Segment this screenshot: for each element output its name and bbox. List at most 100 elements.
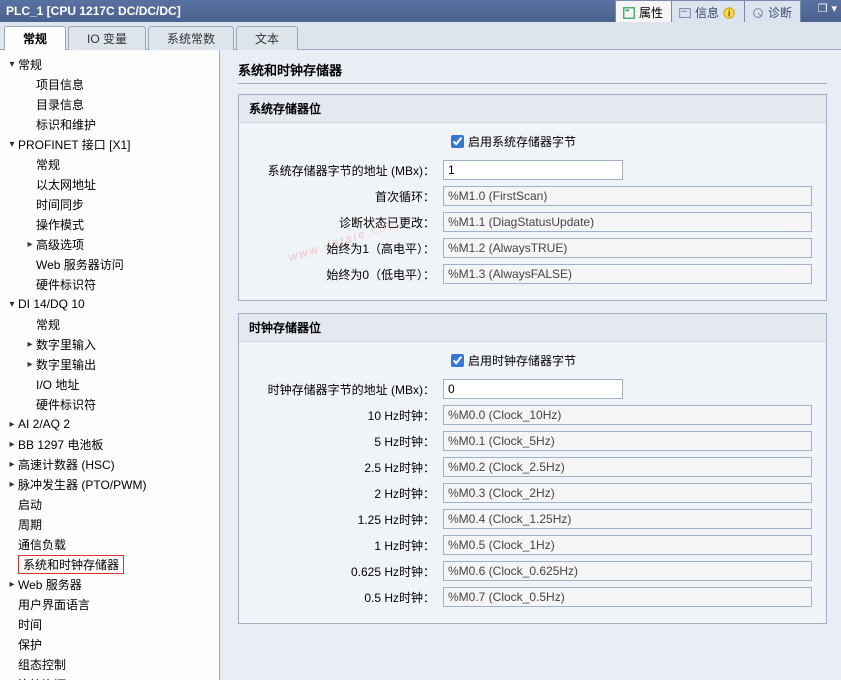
tree-item[interactable]: ▾常规: [0, 54, 219, 74]
tree-expander-icon[interactable]: ▸: [24, 359, 36, 370]
value-display: [443, 535, 812, 555]
tab-diagnostics[interactable]: 诊断: [744, 0, 801, 22]
tree-item[interactable]: ▸数字里输出: [0, 354, 219, 374]
tree-item[interactable]: 保护: [0, 634, 219, 654]
field-label: 时钟存储器字节的地址 (MBx)：: [243, 381, 443, 398]
tree-item-label: 高速计数器 (HSC): [18, 456, 115, 473]
tree-item[interactable]: 项目信息: [0, 74, 219, 94]
tab-general[interactable]: 常规: [4, 26, 66, 50]
tree-item-label: 数字里输出: [36, 356, 96, 373]
tree-expander-icon[interactable]: ▸: [6, 579, 18, 590]
nav-tree[interactable]: ▾常规项目信息目录信息标识和维护▾PROFINET 接口 [X1]常规以太网地址…: [0, 50, 220, 680]
tree-item[interactable]: ▸脉冲发生器 (PTO/PWM): [0, 474, 219, 494]
tree-item[interactable]: ▸数字里输入: [0, 334, 219, 354]
group-system-memory: 系统存储器位 启用系统存储器字节系统存储器字节的地址 (MBx)：首次循环：诊断…: [238, 94, 827, 301]
address-input[interactable]: [443, 160, 623, 180]
tree-item-label: 硬件标识符: [36, 276, 96, 293]
tree-item[interactable]: ▾DI 14/DQ 10: [0, 294, 219, 314]
tree-item[interactable]: 时间: [0, 614, 219, 634]
tab-info[interactable]: 信息 i: [671, 0, 745, 22]
tree-item[interactable]: 目录信息: [0, 94, 219, 114]
field-label: 10 Hz时钟：: [243, 407, 443, 424]
group-clock-memory: 时钟存储器位 启用时钟存储器字节时钟存储器字节的地址 (MBx)：10 Hz时钟…: [238, 313, 827, 624]
tree-expander-icon[interactable]: ▸: [24, 239, 36, 250]
tab-text[interactable]: 文本: [236, 26, 298, 50]
minimize-icon[interactable]: ▾: [831, 2, 837, 15]
restore-icon[interactable]: ❐: [818, 2, 828, 15]
tree-item-label: 连接资源: [18, 676, 66, 680]
tree-expander-icon[interactable]: ▸: [6, 419, 18, 430]
address-input[interactable]: [443, 379, 623, 399]
value-display: [443, 405, 812, 425]
tab-io-vars[interactable]: IO 变量: [68, 26, 146, 50]
tab-info-label: 信息: [695, 4, 719, 21]
tree-item[interactable]: 操作模式: [0, 214, 219, 234]
tree-item[interactable]: ▸高速计数器 (HSC): [0, 454, 219, 474]
tree-item-label: 硬件标识符: [36, 396, 96, 413]
tree-item-label: 脉冲发生器 (PTO/PWM): [18, 476, 146, 493]
value-display: [443, 587, 812, 607]
value-display: [443, 186, 812, 206]
tree-item-label: 启动: [18, 496, 42, 513]
tree-item[interactable]: 时间同步: [0, 194, 219, 214]
svg-text:i: i: [728, 7, 730, 19]
tree-item[interactable]: ▸AI 2/AQ 2: [0, 414, 219, 434]
field-label: 0.5 Hz时钟：: [243, 589, 443, 606]
tree-item[interactable]: 连接资源: [0, 674, 219, 680]
tree-item-label: 项目信息: [36, 76, 84, 93]
tab-properties-label: 属性: [639, 4, 663, 21]
page-heading: 系统和时钟存储器: [238, 60, 827, 84]
tree-item[interactable]: 通信负载: [0, 534, 219, 554]
tree-expander-icon[interactable]: ▸: [24, 339, 36, 350]
value-display: [443, 264, 812, 284]
tab-properties[interactable]: 属性: [615, 0, 672, 22]
info-icon: [678, 6, 692, 20]
group-clock-title: 时钟存储器位: [239, 314, 826, 342]
tree-item-label: DI 14/DQ 10: [18, 297, 85, 311]
tree-item-label: BB 1297 电池板: [18, 436, 103, 453]
content-panel: 系统和时钟存储器 系统存储器位 启用系统存储器字节系统存储器字节的地址 (MBx…: [220, 50, 841, 680]
tree-item[interactable]: 组态控制: [0, 654, 219, 674]
main-tab-strip: 常规 IO 变量 系统常数 文本: [0, 22, 841, 50]
tree-item[interactable]: 周期: [0, 514, 219, 534]
field-label: 2.5 Hz时钟：: [243, 459, 443, 476]
enable-checkbox[interactable]: [451, 354, 464, 367]
group-system-title: 系统存储器位: [239, 95, 826, 123]
enable-checkbox[interactable]: [451, 135, 464, 148]
tab-sys-const[interactable]: 系统常数: [148, 26, 234, 50]
tree-item-label: 常规: [36, 316, 60, 333]
tree-expander-icon[interactable]: ▸: [6, 439, 18, 450]
tree-item[interactable]: ▸高级选项: [0, 234, 219, 254]
tree-item-label: 保护: [18, 636, 42, 653]
tree-expander-icon[interactable]: ▾: [6, 299, 18, 310]
title-bar: PLC_1 [CPU 1217C DC/DC/DC] 属性 信息 i 诊断 ❐ …: [0, 0, 841, 22]
tree-expander-icon[interactable]: ▸: [6, 479, 18, 490]
tree-item[interactable]: I/O 地址: [0, 374, 219, 394]
tree-item[interactable]: 系统和时钟存储器: [0, 554, 219, 574]
tree-item[interactable]: 标识和维护: [0, 114, 219, 134]
value-display: [443, 457, 812, 477]
tree-item[interactable]: 常规: [0, 314, 219, 334]
tree-item[interactable]: Web 服务器访问: [0, 254, 219, 274]
tree-expander-icon[interactable]: ▸: [6, 459, 18, 470]
tree-item-label: 高级选项: [36, 236, 84, 253]
tree-item-label: 组态控制: [18, 656, 66, 673]
diagnostics-icon: [751, 6, 765, 20]
tree-item-label: 系统和时钟存储器: [18, 555, 124, 574]
tree-item[interactable]: ▸BB 1297 电池板: [0, 434, 219, 454]
tree-expander-icon[interactable]: ▾: [6, 59, 18, 70]
value-display: [443, 212, 812, 232]
tree-expander-icon[interactable]: ▾: [6, 139, 18, 150]
tree-item[interactable]: ▸Web 服务器: [0, 574, 219, 594]
tree-item[interactable]: 硬件标识符: [0, 274, 219, 294]
tree-item[interactable]: 以太网地址: [0, 174, 219, 194]
tree-item[interactable]: 常规: [0, 154, 219, 174]
warning-icon: i: [722, 6, 736, 20]
tree-item[interactable]: ▾PROFINET 接口 [X1]: [0, 134, 219, 154]
tree-item[interactable]: 硬件标识符: [0, 394, 219, 414]
tree-item[interactable]: 用户界面语言: [0, 594, 219, 614]
inspector-tabs: 属性 信息 i 诊断: [616, 0, 801, 22]
value-display: [443, 509, 812, 529]
tree-item-label: Web 服务器访问: [36, 256, 124, 273]
tree-item[interactable]: 启动: [0, 494, 219, 514]
